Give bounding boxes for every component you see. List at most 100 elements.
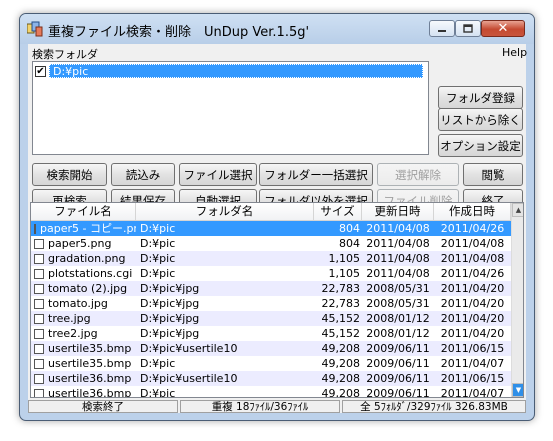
- maximize-icon: [463, 24, 473, 33]
- app-window: 重複ファイル検索・削除 UnDup Ver.1.5g' ✕ 検索フォルダ Hel…: [19, 13, 535, 421]
- row-checkbox[interactable]: [34, 298, 44, 309]
- cell-created: 2011/06/15: [440, 372, 505, 385]
- table-row[interactable]: tomato.jpg D:¥pic¥jpg 22,783 2008/05/31 2011…: [31, 296, 511, 311]
- close-button[interactable]: ✕: [481, 20, 525, 37]
- help-menu[interactable]: Help: [502, 46, 527, 59]
- row-checkbox[interactable]: [34, 313, 44, 324]
- cell-size: 49,208: [321, 387, 361, 398]
- cell-updated: 2008/05/31: [366, 297, 430, 310]
- header-created[interactable]: 作成日時: [434, 203, 511, 220]
- folder-checkbox[interactable]: ✔: [35, 65, 46, 77]
- filename-text: tree2.jpg: [48, 327, 98, 340]
- table-row[interactable]: paper5 - コピー.png D:¥pic 804 2011/04/08 2011/…: [31, 221, 511, 236]
- cell-size: 49,208: [321, 342, 361, 355]
- cell-filename: usertile35.bmp: [34, 341, 136, 356]
- row-checkbox[interactable]: [34, 223, 36, 234]
- search-start-button[interactable]: 検索開始: [32, 163, 107, 186]
- table-row[interactable]: plotstations.cgi D:¥pic 1,105 2011/04/08 201…: [31, 266, 511, 281]
- cell-folder: D:¥pic¥usertile10: [140, 372, 238, 385]
- filename-text: tomato (2).jpg: [48, 282, 128, 295]
- select-folder-all-button[interactable]: フォルダー一括選択: [259, 163, 373, 186]
- table-row[interactable]: usertile36.bmp D:¥pic¥usertile10 49,208 200…: [31, 371, 511, 386]
- cell-updated: 2011/04/08: [366, 267, 430, 280]
- cell-created: 2011/04/26: [440, 222, 505, 235]
- cell-created: 2011/04/20: [440, 312, 505, 325]
- row-checkbox[interactable]: [34, 328, 44, 339]
- row-checkbox[interactable]: [34, 253, 44, 264]
- folder-list-item[interactable]: ✔ D:¥pic: [35, 64, 425, 78]
- cell-updated: 2011/04/08: [366, 237, 430, 250]
- search-folder-label: 検索フォルダ: [32, 48, 98, 61]
- cell-size: 22,783: [321, 297, 361, 310]
- cell-created: 2011/04/08: [440, 252, 505, 265]
- table-row[interactable]: usertile35.bmp D:¥pic 49,208 2009/06/11 2011…: [31, 356, 511, 371]
- cell-size: 804: [339, 237, 360, 250]
- cell-created: 2011/04/07: [440, 357, 505, 370]
- cell-filename: tomato.jpg: [34, 296, 136, 311]
- row-checkbox[interactable]: [34, 283, 44, 294]
- row-checkbox[interactable]: [34, 238, 44, 249]
- client-area: 検索フォルダ Help ✔ D:¥pic フォルダ登録 リストから除く オプショ…: [28, 44, 527, 413]
- cell-folder: D:¥pic¥usertile10: [140, 342, 238, 355]
- filename-text: paper5.png: [48, 237, 112, 250]
- filename-text: usertile36.bmp: [48, 387, 132, 398]
- deselect-button[interactable]: 選択解除: [377, 163, 459, 186]
- cell-size: 49,208: [321, 357, 361, 370]
- browse-button[interactable]: 閲覧: [463, 163, 523, 186]
- cell-updated: 2008/01/12: [366, 312, 430, 325]
- cell-size: 1,105: [328, 252, 361, 265]
- table-row[interactable]: usertile35.bmp D:¥pic¥usertile10 49,208 200…: [31, 341, 511, 356]
- option-settings-button[interactable]: オプション設定: [438, 134, 523, 157]
- cell-filename: tomato (2).jpg: [34, 281, 136, 296]
- header-filename[interactable]: ファイル名: [31, 203, 136, 220]
- row-checkbox[interactable]: [34, 388, 44, 397]
- table-row[interactable]: usertile36.bmp D:¥pic 49,208 2009/06/11 2011…: [31, 386, 511, 398]
- cell-created: 2011/06/15: [440, 342, 505, 355]
- cell-updated: 2009/06/11: [366, 372, 430, 385]
- filename-text: gradation.png: [48, 252, 126, 265]
- scroll-up-icon[interactable]: ▲: [512, 203, 523, 217]
- remove-from-list-button[interactable]: リストから除く: [438, 108, 523, 131]
- cell-filename: usertile35.bmp: [34, 356, 136, 371]
- cell-updated: 2009/06/11: [366, 342, 430, 355]
- maximize-button[interactable]: [455, 20, 481, 37]
- cell-created: 2011/04/07: [440, 387, 505, 398]
- results-table[interactable]: ファイル名 フォルダ名 サイズ 更新日時 作成日時 paper5 - コピー.p…: [30, 202, 524, 398]
- window-title: 重複ファイル検索・削除 UnDup Ver.1.5g': [48, 25, 310, 40]
- cell-folder: D:¥pic¥jpg: [140, 282, 200, 295]
- table-row[interactable]: paper5.png D:¥pic 804 2011/04/08 2011/04/08: [31, 236, 511, 251]
- cell-folder: D:¥pic: [140, 237, 176, 250]
- row-checkbox[interactable]: [34, 268, 44, 279]
- cell-created: 2011/04/20: [440, 327, 505, 340]
- minimize-button[interactable]: [429, 20, 455, 37]
- row-checkbox[interactable]: [34, 373, 44, 384]
- close-icon: ✕: [497, 21, 509, 36]
- cell-filename: paper5.png: [34, 236, 136, 251]
- status-bar: 検索終了 重複 18ﾌｧｲﾙ/36ﾌｧｲﾙ 全 5ﾌｫﾙﾀﾞ/329ﾌｧｲﾙ 3…: [28, 400, 526, 413]
- row-checkbox[interactable]: [34, 343, 44, 354]
- table-row[interactable]: tree2.jpg D:¥pic¥jpg 45,152 2008/01/12 2011/…: [31, 326, 511, 341]
- cell-size: 22,783: [321, 282, 361, 295]
- table-row[interactable]: tree.jpg D:¥pic¥jpg 45,152 2008/01/12 2011/0…: [31, 311, 511, 326]
- status-totals: 全 5ﾌｫﾙﾀﾞ/329ﾌｧｲﾙ 326.83MB: [342, 400, 526, 413]
- header-size[interactable]: サイズ: [314, 203, 362, 220]
- cell-updated: 2008/05/31: [366, 282, 430, 295]
- cell-folder: D:¥pic: [140, 252, 176, 265]
- filename-text: usertile35.bmp: [48, 357, 132, 370]
- select-file-button[interactable]: ファイル選択: [179, 163, 257, 186]
- table-row[interactable]: gradation.png D:¥pic 1,105 2011/04/08 2011/0…: [31, 251, 511, 266]
- cell-updated: 2009/06/11: [366, 387, 430, 398]
- vertical-scrollbar[interactable]: ▲ ▼: [511, 203, 523, 397]
- row-checkbox[interactable]: [34, 358, 44, 369]
- header-updated[interactable]: 更新日時: [362, 203, 434, 220]
- cell-filename: tree2.jpg: [34, 326, 136, 341]
- search-folder-list[interactable]: ✔ D:¥pic: [32, 61, 429, 155]
- cell-folder: D:¥pic: [140, 357, 176, 370]
- scroll-down-icon[interactable]: ▼: [512, 383, 523, 397]
- title-bar[interactable]: 重複ファイル検索・削除 UnDup Ver.1.5g' ✕: [20, 14, 534, 44]
- header-folder[interactable]: フォルダ名: [136, 203, 314, 220]
- table-row[interactable]: tomato (2).jpg D:¥pic¥jpg 22,783 2008/05/31…: [31, 281, 511, 296]
- app-icon: [27, 21, 43, 37]
- register-folder-button[interactable]: フォルダ登録: [438, 86, 523, 109]
- load-button[interactable]: 読込み: [111, 163, 175, 186]
